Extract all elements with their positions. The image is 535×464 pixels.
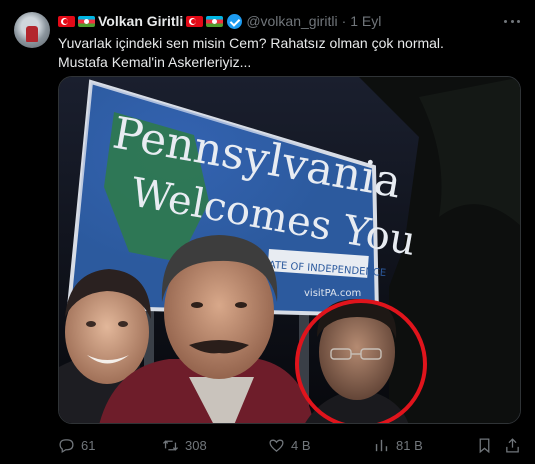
like-button[interactable]: 4 B (268, 437, 311, 454)
tweet-photo[interactable]: Pennsylvania Welcomes You STATE OF INDEP… (58, 76, 521, 424)
retweet-button[interactable]: 308 (162, 437, 207, 454)
views-button[interactable]: 81 B (373, 437, 423, 454)
azerbaijan-flag-icon (78, 15, 95, 27)
azerbaijan-flag-icon (206, 15, 224, 27)
like-icon (269, 439, 284, 452)
views-count: 81 B (396, 437, 423, 453)
turkey-flag-icon (58, 15, 75, 27)
author-handle[interactable]: @volkan_giritli (246, 13, 337, 29)
sign-url: visitPA.com (304, 288, 361, 299)
retweet-icon (162, 439, 179, 451)
separator: · (341, 13, 347, 29)
bookmark-icon (479, 437, 490, 453)
tweet[interactable]: Volkan Giritli @volkan_giritli · 1 Eyl Y… (0, 0, 535, 464)
verified-badge-icon[interactable] (227, 13, 243, 29)
tweet-text: Yuvarlak içindeki sen misin Cem? Rahatsı… (58, 35, 444, 70)
share-icon (506, 437, 519, 453)
more-icon[interactable] (503, 12, 521, 30)
turkey-flag-icon (186, 15, 204, 27)
reply-button[interactable]: 61 (58, 437, 95, 454)
views-icon (375, 439, 388, 451)
retweet-count: 308 (185, 437, 207, 453)
tweet-header: Volkan Giritli @volkan_giritli · 1 Eyl (58, 12, 495, 30)
tweet-date[interactable]: 1 Eyl (350, 13, 381, 29)
reply-icon (59, 438, 74, 453)
author-name[interactable]: Volkan Giritli (98, 13, 183, 29)
like-count: 4 B (291, 437, 311, 453)
bookmark-button[interactable] (476, 437, 493, 454)
avatar[interactable] (14, 12, 50, 48)
reply-count: 61 (81, 437, 96, 453)
tweet-actions: 61 308 4 B 81 B (58, 436, 521, 454)
share-button[interactable] (504, 437, 521, 454)
